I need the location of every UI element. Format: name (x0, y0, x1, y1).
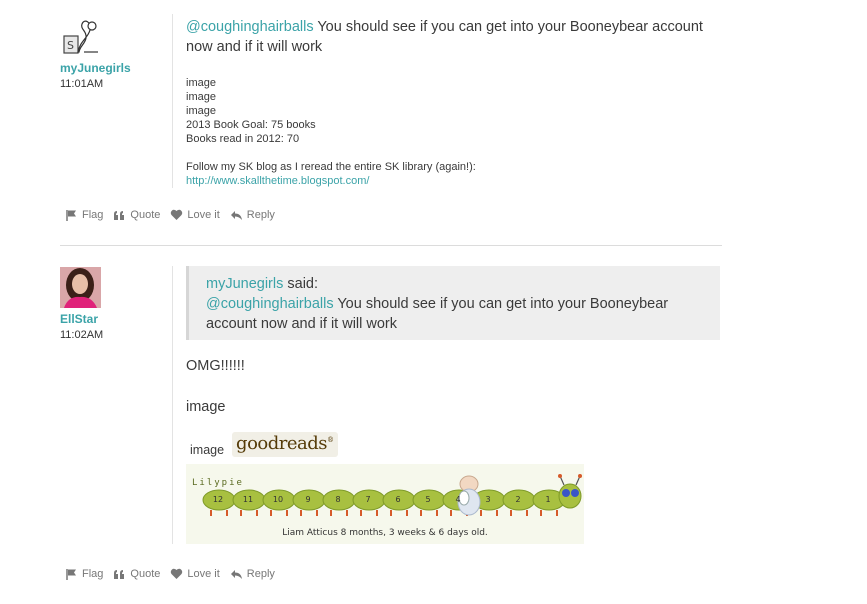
flag-icon (66, 210, 76, 221)
blog-text: Follow my SK blog as I reread the entire… (186, 161, 476, 173)
love-label: Love it (187, 209, 220, 221)
ticker-number: 10 (272, 495, 284, 504)
ticker-number: 7 (365, 495, 371, 504)
quote-body: @coughinghairballs You should see if you… (206, 294, 710, 334)
reply-button[interactable]: Reply (230, 568, 275, 580)
ticker-number: 6 (395, 495, 401, 504)
post-time: 11:01AM (60, 78, 104, 90)
flag-button[interactable]: Flag (66, 568, 103, 580)
love-button[interactable]: Love it (170, 568, 220, 580)
username[interactable]: myJunegirls (60, 61, 131, 75)
sig-line: Books read in 2012: 70 (186, 133, 300, 145)
image-placeholder: image (186, 399, 226, 415)
sig-line: image (186, 91, 216, 103)
flag-label: Flag (82, 568, 104, 580)
lilypie-ticker[interactable]: Lilypie 12 11 10 9 8 7 6 5 4 3 2 1 Liam … (186, 464, 584, 544)
avatar[interactable] (60, 267, 101, 308)
love-button[interactable]: Love it (170, 209, 220, 221)
sig-line: image (186, 77, 216, 89)
flag-button[interactable]: Flag (66, 209, 103, 221)
quote-icon (114, 210, 125, 220)
reply-icon (230, 210, 242, 220)
ticker-caption: Liam Atticus 8 months, 3 weeks & 6 days … (282, 528, 488, 538)
username[interactable]: EllStar (60, 312, 98, 326)
ticker-number: 5 (425, 495, 431, 504)
svg-text:S: S (67, 39, 74, 52)
reply-label: Reply (246, 209, 275, 221)
mention-link[interactable]: @coughinghairballs (206, 296, 334, 312)
post-actions: Flag Quote Love it Reply (66, 568, 285, 580)
message: @coughinghairballs You should see if you… (186, 17, 722, 57)
heart-icon (171, 209, 183, 220)
signature: image image image 2013 Book Goal: 75 boo… (186, 76, 722, 188)
reply-icon (230, 569, 242, 579)
quote-label: Quote (130, 209, 161, 221)
lilypie-brand: Lilypie (192, 478, 244, 488)
ticker-number: 9 (305, 495, 311, 504)
love-label: Love it (187, 568, 220, 580)
flag-icon (66, 569, 76, 580)
reply-label: Reply (246, 568, 275, 580)
post-2: EllStar 11:02AM myJunegirls said: @cough… (60, 266, 722, 604)
ticker-numbers: 12 11 10 9 8 7 6 5 4 3 2 1 (203, 495, 563, 504)
quote-icon (114, 569, 125, 579)
ticker-number: 12 (212, 495, 224, 504)
mention-link[interactable]: @coughinghairballs (186, 19, 314, 35)
post-separator (60, 245, 722, 246)
reply-button[interactable]: Reply (230, 209, 275, 221)
quote-said: said: (283, 276, 319, 292)
quote-label: Quote (130, 568, 161, 580)
ticker-number: 11 (242, 495, 254, 504)
sig-line: image (186, 105, 216, 117)
post-actions: Flag Quote Love it Reply (66, 209, 285, 221)
image-placeholder: image (190, 443, 225, 457)
heart-icon (171, 568, 183, 579)
avatar[interactable]: S (60, 16, 101, 57)
sig-line: 2013 Book Goal: 75 books (186, 119, 316, 131)
goodreads-badge[interactable]: goodreads® (232, 432, 338, 457)
ticker-number: 8 (335, 495, 341, 504)
post-content: @coughinghairballs You should see if you… (186, 17, 722, 188)
post-time: 11:02AM (60, 329, 104, 341)
goodreads-row: image goodreads® (190, 432, 338, 457)
ticker-number: 2 (515, 495, 521, 504)
quote-header: myJunegirls said: (206, 274, 710, 294)
divider (172, 266, 173, 544)
quote-button[interactable]: Quote (113, 209, 160, 221)
ticker-number: 1 (545, 495, 551, 504)
flag-label: Flag (82, 209, 104, 221)
quote-button[interactable]: Quote (113, 568, 160, 580)
blog-link[interactable]: http://www.skallthetime.blogspot.com/ (186, 174, 722, 188)
ticker-number: 4 (455, 495, 461, 504)
ticker-number: 3 (485, 495, 491, 504)
quote-block: myJunegirls said: @coughinghairballs You… (186, 266, 720, 340)
message: OMG!!!!!! (186, 358, 245, 374)
post-1: S myJunegirls 11:01AM @coughinghairballs… (60, 0, 722, 246)
divider (172, 14, 173, 188)
quote-author-link[interactable]: myJunegirls (206, 276, 283, 292)
goodreads-logo: goodreads (236, 433, 328, 454)
